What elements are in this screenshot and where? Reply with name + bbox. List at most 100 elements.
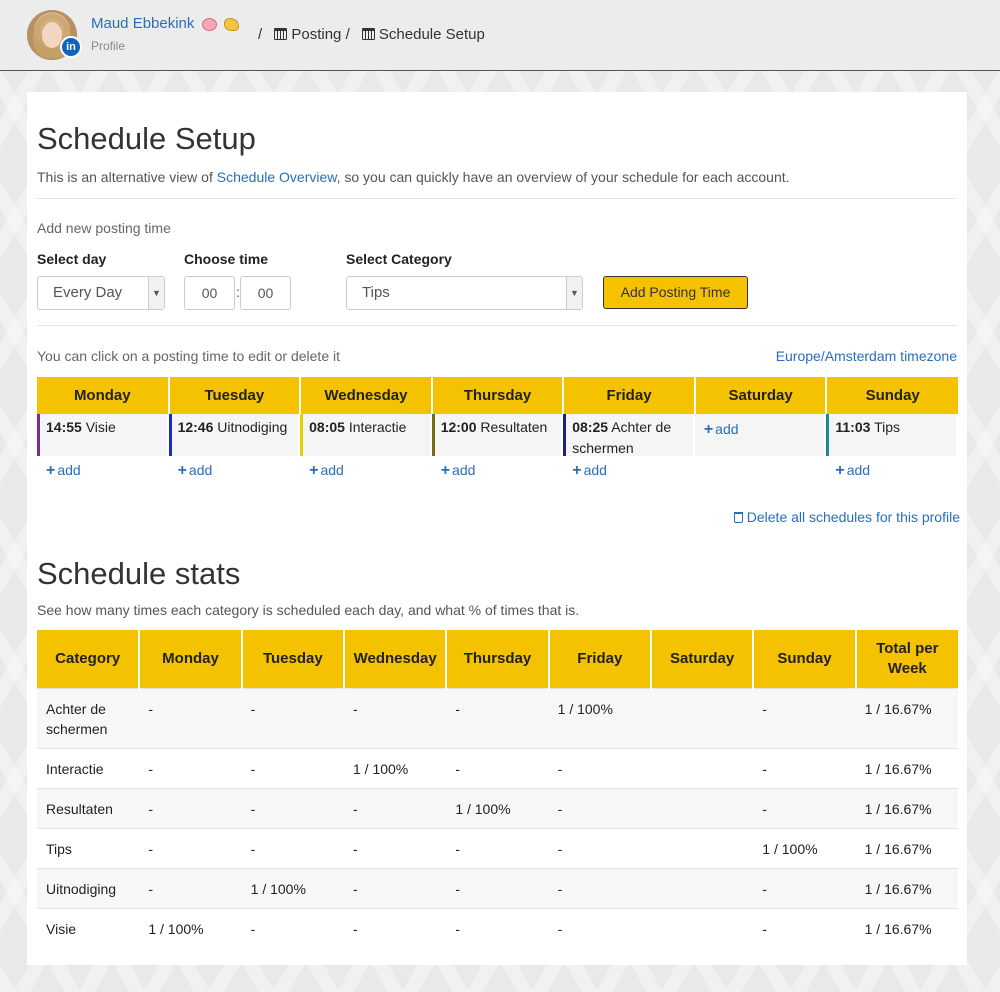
stats-column-header: Monday <box>139 630 243 688</box>
stats-column-header: Friday <box>548 630 652 688</box>
add-posting-time-button[interactable]: Add Posting Time <box>603 276 748 309</box>
add-posting-link[interactable]: + add <box>169 456 301 490</box>
stats-value-cell: 1 / 100% <box>343 747 447 788</box>
posting-time-slot[interactable]: 08:25 Achter de schermen <box>563 414 695 456</box>
stats-value-cell: - <box>548 907 651 948</box>
add-posting-time-label: Add new posting time <box>37 220 171 236</box>
top-bar: in Maud Ebbekink Profile / Posting / Sch… <box>0 0 1000 71</box>
day-slot-cell: + add <box>694 414 827 456</box>
stats-value-cell: - <box>343 867 447 908</box>
stats-value-cell <box>650 787 754 828</box>
profile-name-text[interactable]: Maud Ebbekink <box>91 15 194 32</box>
calendar-icon <box>361 28 375 40</box>
minute-input[interactable]: 00 <box>240 276 291 310</box>
stats-value-cell: - <box>753 687 856 748</box>
stats-column-header: Category <box>37 630 141 688</box>
posting-category: Visie <box>85 419 116 435</box>
stats-value-cell: - <box>446 867 549 908</box>
day-header: Friday <box>563 377 696 414</box>
calendar-icon <box>274 28 288 40</box>
day-slot-cell: 08:25 Achter de schermen <box>563 414 695 456</box>
stats-column-header: Total per Week <box>855 630 958 688</box>
stats-value-cell <box>650 827 754 868</box>
day-add-cell: + add <box>300 456 432 490</box>
chevron-down-icon: ▼ <box>148 277 164 309</box>
posting-time-slot[interactable]: 12:00 Resultaten <box>431 414 564 456</box>
select-category-dropdown[interactable]: Tips ▼ <box>346 276 583 310</box>
posting-time-slot[interactable]: 08:05 Interactie <box>300 414 432 456</box>
posting-time-slot[interactable]: 12:46 Uitnodiging <box>168 414 301 456</box>
timezone-link[interactable]: Europe/Amsterdam timezone <box>776 348 957 364</box>
posting-time-slot[interactable]: 14:55 Visie <box>37 414 169 456</box>
profile-name[interactable]: Maud Ebbekink <box>91 15 239 32</box>
stats-value-cell: - <box>343 687 447 748</box>
add-posting-link[interactable]: + add <box>826 456 958 490</box>
stats-value-cell: - <box>241 747 344 788</box>
stats-value-cell: - <box>753 907 856 948</box>
day-slot-cell: 12:00 Resultaten <box>431 414 564 456</box>
hour-input[interactable]: 00 <box>184 276 235 310</box>
day-slot-cell: 08:05 Interactie <box>300 414 432 456</box>
day-header: Tuesday <box>168 377 302 414</box>
add-posting-link[interactable]: + add <box>300 456 432 490</box>
plus-icon: + <box>440 462 451 479</box>
add-posting-link[interactable]: + add <box>563 456 695 490</box>
stats-row: Achter de schermen - - - -1 / 100% -1 / 16.67… <box>37 687 958 748</box>
add-posting-link[interactable]: + add <box>701 417 820 451</box>
posting-time-slot[interactable]: 11:03 Tips <box>826 414 958 456</box>
breadcrumb: / Posting / Schedule Setup <box>258 26 485 43</box>
day-add-cell: + add <box>563 456 695 490</box>
day-slot-cell: 14:55 Visie <box>37 414 169 456</box>
stats-row: Uitnodiging -1 / 100% - - - -1 / 16.67% <box>37 867 958 908</box>
select-day-label: Select day <box>37 251 107 267</box>
posting-time: 08:05 <box>309 419 345 435</box>
stats-value-cell: 1 / 100% <box>139 907 242 948</box>
stats-value-cell <box>650 907 754 948</box>
stats-value-cell: - <box>139 867 242 908</box>
day-add-cell: + add <box>432 456 564 490</box>
stats-category-cell: Resultaten <box>37 787 140 828</box>
posting-category: Uitnodiging <box>217 419 288 435</box>
stats-category-cell: Uitnodiging <box>37 867 140 908</box>
schedule-overview-link[interactable]: Schedule Overview <box>217 169 337 185</box>
stats-value-cell: - <box>343 827 447 868</box>
linkedin-icon: in <box>60 36 82 58</box>
select-day-dropdown[interactable]: Every Day ▼ <box>37 276 165 310</box>
stats-category-cell: Tips <box>37 827 140 868</box>
stats-value-cell: 1 / 100% <box>548 687 651 748</box>
stats-column-header: Tuesday <box>241 630 345 688</box>
profile-subtitle: Profile <box>91 39 126 53</box>
stats-value-cell: - <box>241 907 344 948</box>
stats-row: Visie 1 / 100% - - - - -1 / 16.67% <box>37 907 958 948</box>
stats-value-cell: 1 / 16.67% <box>855 687 958 748</box>
day-add-cell: + add <box>826 456 958 490</box>
stats-value-cell <box>650 747 754 788</box>
plus-icon: + <box>703 421 714 438</box>
posting-category: Interactie <box>348 419 407 435</box>
page-title: Schedule Setup <box>37 121 256 156</box>
chevron-down-icon: ▼ <box>566 277 582 309</box>
stats-intro: See how many times each category is sche… <box>37 602 580 618</box>
stats-value-cell: 1 / 16.67% <box>855 827 958 868</box>
breadcrumb-separator: / <box>258 26 263 43</box>
stats-value-cell: - <box>139 827 242 868</box>
day-header: Saturday <box>694 377 828 414</box>
delete-all-schedules-link[interactable]: Delete all schedules for this profile <box>733 509 960 525</box>
stats-value-cell: 1 / 16.67% <box>855 787 958 828</box>
add-posting-link[interactable]: + add <box>432 456 564 490</box>
stats-value-cell: - <box>548 787 651 828</box>
stats-value-cell: 1 / 100% <box>446 787 549 828</box>
stats-value-cell: - <box>139 747 242 788</box>
posting-category: Resultaten <box>480 419 548 435</box>
day-header: Wednesday <box>300 377 433 414</box>
stats-value-cell: - <box>241 827 344 868</box>
breadcrumb-schedule-setup[interactable]: Schedule Setup <box>361 26 485 43</box>
add-posting-link[interactable]: + add <box>37 456 169 490</box>
day-header: Thursday <box>431 377 565 414</box>
stats-row: Interactie - -1 / 100% - - -1 / 16.67% <box>37 747 958 788</box>
stats-value-cell: - <box>241 787 344 828</box>
breadcrumb-posting[interactable]: Posting <box>274 26 341 43</box>
stats-category-cell: Interactie <box>37 747 140 788</box>
stats-value-cell: - <box>548 867 651 908</box>
posting-time: 12:46 <box>177 419 214 435</box>
